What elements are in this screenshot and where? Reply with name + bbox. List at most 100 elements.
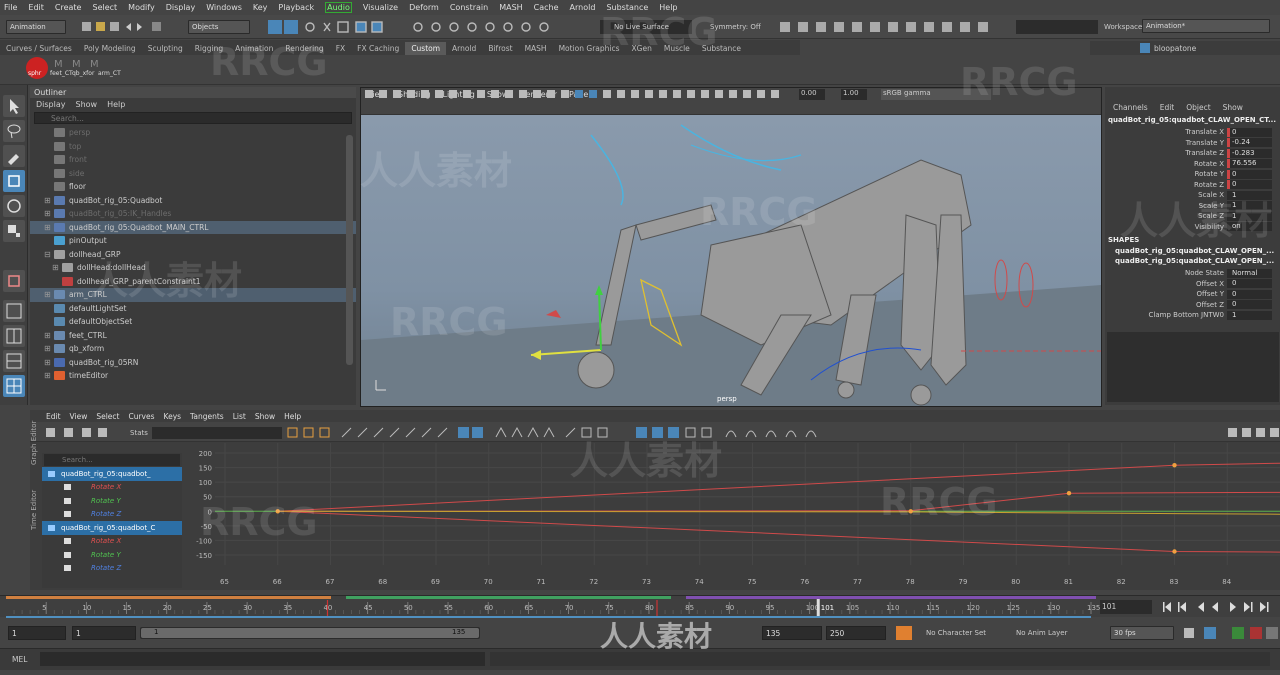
playback-end-field[interactable]: 135 xyxy=(762,626,822,640)
shelf-tab-fx[interactable]: FX xyxy=(330,42,351,55)
shape-channel-row[interactable]: Offset Y0 xyxy=(1105,289,1280,300)
channel-row[interactable]: Rotate X 76.556 xyxy=(1105,159,1280,170)
channel-row[interactable]: Scale Y1 xyxy=(1105,201,1280,212)
outliner-item[interactable]: floor xyxy=(30,180,356,194)
outliner-item[interactable]: ⊞ feet_CTRL xyxy=(30,329,356,343)
curve-rotate-x[interactable] xyxy=(277,462,1280,512)
channel-row[interactable]: Rotate Z0 xyxy=(1105,180,1280,191)
channel-value[interactable]: 1 xyxy=(1227,310,1272,320)
lasso-tool-icon[interactable] xyxy=(3,120,25,142)
menu-key[interactable]: Key xyxy=(253,3,268,12)
expand-icon[interactable]: ⊞ xyxy=(44,358,54,367)
channel-label[interactable]: Offset X xyxy=(1105,280,1227,288)
menu-windows[interactable]: Windows xyxy=(206,3,242,12)
gamma-field[interactable]: 1.00 xyxy=(841,89,867,100)
outliner-item[interactable]: ⊞ quadBot_rig_05:Quadbot xyxy=(30,194,356,208)
graph-channel-row[interactable]: Rotate X xyxy=(42,481,182,495)
playback-controls[interactable] xyxy=(1160,601,1278,613)
channel-label[interactable]: Translate Y xyxy=(1105,139,1227,147)
graph-editor-tab[interactable]: Graph Editor xyxy=(30,421,38,465)
rotate-tool-icon[interactable] xyxy=(3,195,25,217)
outliner-item[interactable]: ⊞ timeEditor xyxy=(30,369,356,383)
mel-label[interactable]: MEL xyxy=(12,655,27,664)
workspace-dropdown[interactable]: Animation* xyxy=(1142,19,1270,33)
channel-value[interactable]: 0 xyxy=(1227,169,1272,179)
expand-icon[interactable]: ⊞ xyxy=(44,331,54,340)
shelf-tab-muscle[interactable]: Muscle xyxy=(658,42,696,55)
outliner-item[interactable]: side xyxy=(30,167,356,181)
channel-label[interactable]: Scale Z xyxy=(1105,212,1227,220)
graph-menu-help[interactable]: Help xyxy=(284,412,301,421)
channel-node-name[interactable]: quadBot_rig_05:quadbot_CLAW_OPEN_CT... xyxy=(1108,116,1276,124)
keyframe[interactable] xyxy=(1172,549,1177,554)
expand-icon[interactable]: ⊞ xyxy=(44,344,54,353)
user-name[interactable]: bloopatone xyxy=(1154,44,1196,53)
menu-create[interactable]: Create xyxy=(55,3,82,12)
shape-channel-row[interactable]: Offset Z0 xyxy=(1105,300,1280,311)
channel-value[interactable]: -0.24 xyxy=(1227,138,1272,148)
outliner-item[interactable]: ⊞ arm_CTRL xyxy=(30,288,356,302)
graph-plot[interactable]: 200 150 100 50 0 -50 -100 -150 65 66 67 68 69 70 71 72 7… xyxy=(183,443,1280,590)
fps-dropdown[interactable]: 30 fps xyxy=(1110,626,1174,640)
menu-substance[interactable]: Substance xyxy=(606,3,648,12)
shape-name-2[interactable]: quadBot_rig_05:quadbot_CLAW_OPEN_... xyxy=(1115,257,1274,265)
anim-layer-dropdown[interactable]: No Anim Layer xyxy=(1016,629,1067,637)
channel-label[interactable]: Rotate Z xyxy=(1105,181,1227,189)
shelf-tab-fx-caching[interactable]: FX Caching xyxy=(351,42,405,55)
channel-menu-channels[interactable]: Channels xyxy=(1113,103,1148,112)
channel-menu-object[interactable]: Object xyxy=(1186,103,1210,112)
graph-menu-view[interactable]: View xyxy=(70,412,88,421)
channel-value[interactable]: 76.556 xyxy=(1227,159,1272,169)
outliner-item[interactable]: pinOutput xyxy=(30,234,356,248)
stacked-layout-icon[interactable] xyxy=(3,350,25,372)
keyframe[interactable] xyxy=(908,509,913,514)
scale-tool-icon[interactable] xyxy=(3,220,25,242)
keyframe[interactable] xyxy=(1172,463,1177,468)
timeline-ruler[interactable]: 5101520253035404550556065707580859095100… xyxy=(6,596,1106,618)
range-right-icons[interactable] xyxy=(1182,627,1278,639)
keyframe[interactable] xyxy=(1066,491,1072,496)
outliner-scrollbar[interactable] xyxy=(346,135,353,365)
channel-menu-show[interactable]: Show xyxy=(1223,103,1243,112)
curve-rotate-x-2[interactable] xyxy=(277,510,1280,553)
menu-file[interactable]: File xyxy=(4,3,17,12)
channel-row[interactable]: Translate Z -0.283 xyxy=(1105,148,1280,159)
outliner-item[interactable]: front xyxy=(30,153,356,167)
outliner-item[interactable]: persp xyxy=(30,126,356,140)
channel-value[interactable]: 0 xyxy=(1227,180,1272,190)
channel-label[interactable]: Scale X xyxy=(1105,191,1227,199)
outliner-menu-display[interactable]: Display xyxy=(36,100,66,109)
colorspace-dropdown[interactable]: sRGB gamma xyxy=(881,89,991,100)
graph-menu-show[interactable]: Show xyxy=(255,412,275,421)
graph-menu-keys[interactable]: Keys xyxy=(164,412,182,421)
expand-icon[interactable]: ⊞ xyxy=(44,209,54,218)
outliner-item[interactable]: ⊞ dollHead:dollHead xyxy=(30,261,356,275)
shape-channel-row[interactable]: Clamp Bottom JNTW0 1 xyxy=(1105,310,1280,321)
menu-help[interactable]: Help xyxy=(659,3,677,12)
menu-edit[interactable]: Edit xyxy=(28,3,44,12)
graph-channel-row[interactable]: Rotate Z xyxy=(42,508,182,522)
objects-dropdown[interactable]: Objects xyxy=(188,20,250,34)
shape-channel-row[interactable]: Node State Normal xyxy=(1105,268,1280,279)
channel-label[interactable]: Clamp Bottom JNTW0 xyxy=(1105,311,1227,319)
graph-node-row[interactable]: quadBot_rig_05:quadbot_ xyxy=(42,467,182,481)
menu-modify[interactable]: Modify xyxy=(128,3,155,12)
expand-icon[interactable]: ⊞ xyxy=(52,263,62,272)
shelf-tab-curves-surfaces[interactable]: Curves / Surfaces xyxy=(0,42,78,55)
curve-rotate-z[interactable] xyxy=(277,491,1280,512)
outliner-item[interactable]: defaultLightSet xyxy=(30,302,356,316)
animation-start-field[interactable]: 1 xyxy=(8,626,66,640)
current-frame-field[interactable]: 101 xyxy=(1100,600,1152,614)
outliner-search-input[interactable]: Search... xyxy=(34,112,352,124)
channel-value[interactable]: 1 xyxy=(1227,211,1272,221)
time-editor-tab[interactable]: Time Editor xyxy=(30,490,38,530)
menu-display[interactable]: Display xyxy=(166,3,196,12)
graph-menu-select[interactable]: Select xyxy=(96,412,119,421)
menu-playback[interactable]: Playback xyxy=(278,3,314,12)
channel-row[interactable]: Scale X1 xyxy=(1105,190,1280,201)
symmetry-label[interactable]: Symmetry: Off xyxy=(710,23,761,31)
shape-channel-row[interactable]: Offset X0 xyxy=(1105,279,1280,290)
shelf-tab-xgen[interactable]: XGen xyxy=(626,42,658,55)
channel-value[interactable]: 0 xyxy=(1227,300,1272,310)
menu-deform[interactable]: Deform xyxy=(409,3,439,12)
